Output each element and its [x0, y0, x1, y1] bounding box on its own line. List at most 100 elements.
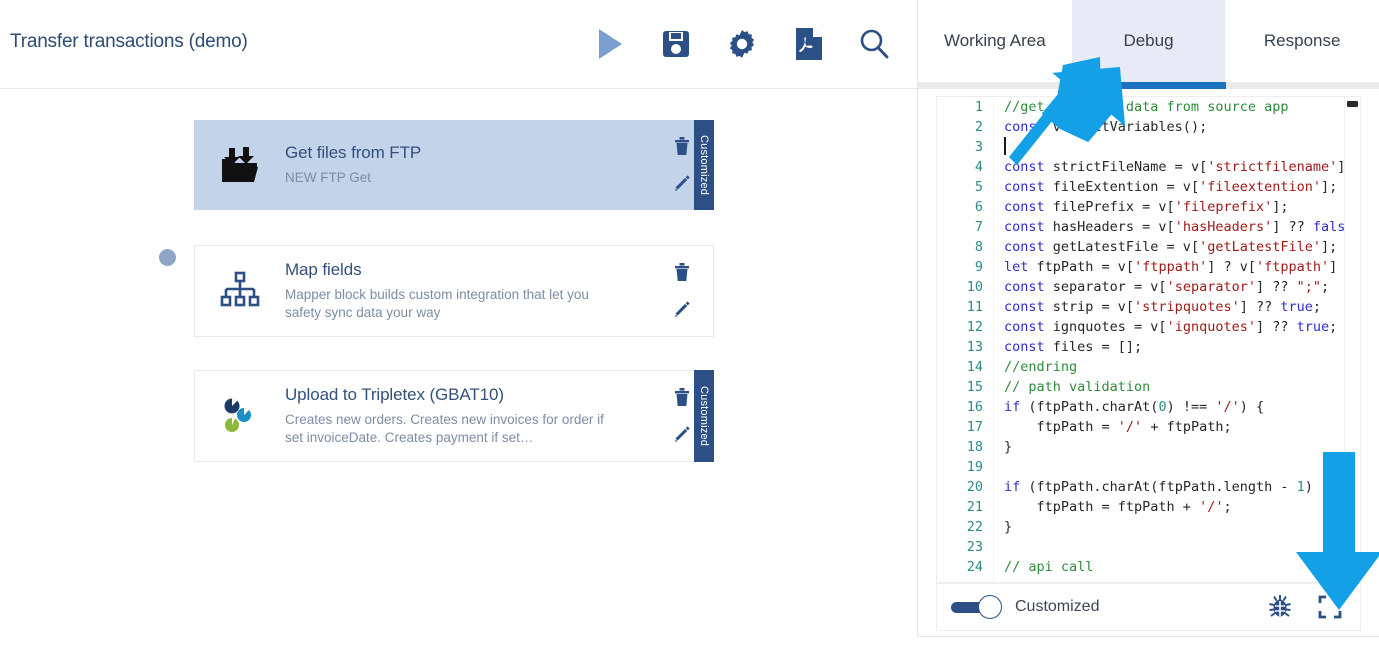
- editor-line-number: 17: [966, 419, 983, 435]
- code-token: true: [1280, 299, 1313, 315]
- editor-line-number: 11: [966, 299, 983, 315]
- delete-icon[interactable]: [669, 259, 695, 285]
- header-toolbar: [589, 22, 895, 66]
- editor-line-number: 18: [966, 439, 983, 455]
- edit-pencil-icon[interactable]: [669, 422, 695, 448]
- editor-line-number: 7: [974, 219, 983, 235]
- code-token: separator = v[: [1044, 279, 1167, 295]
- code-token: 'fileextention': [1199, 179, 1321, 195]
- editor-line-number: 2: [974, 119, 983, 135]
- flow-card-description: Creates new orders. Creates new invoices…: [285, 412, 604, 445]
- editor-line-number: 6: [974, 199, 983, 215]
- code-token: ;: [1321, 279, 1330, 295]
- code-token: ];: [1337, 159, 1344, 175]
- tab-underline-track: [918, 82, 1379, 89]
- flow-card-text: Map fields Mapper block builds custom in…: [285, 260, 651, 322]
- code-token: ignquotes = v[: [1044, 319, 1167, 335]
- editor-code-line: ftpPath = '/' + ftpPath;: [1004, 417, 1344, 437]
- edit-pencil-icon[interactable]: [669, 297, 695, 323]
- fullscreen-icon[interactable]: [1316, 593, 1344, 621]
- editor-code-line: const v = getVariables();: [1004, 117, 1344, 137]
- code-token: 'strictfilename': [1207, 159, 1338, 175]
- tab-active-underline: [1071, 82, 1226, 89]
- app-window: Transfer transactions (demo) Get files f…: [0, 0, 1379, 657]
- customized-toggle[interactable]: [951, 594, 1007, 620]
- flow-card-upload-to-tripletex[interactable]: Upload to Tripletex (GBAT10) Creates new…: [194, 370, 714, 462]
- code-token: //get required data from source app: [1004, 99, 1289, 115]
- code-token: // path validation: [1004, 379, 1151, 395]
- code-token: ftpPath = ftpPath +: [1004, 499, 1200, 515]
- code-editor[interactable]: 1 2 3 4 5 6 7 8 9 10 11 12 13 14 15 16 17 18 19 20 21 22 23 24 …: [936, 96, 1361, 583]
- code-token: 0: [1158, 399, 1167, 415]
- editor-vertical-scrollbar[interactable]: [1344, 97, 1360, 582]
- code-token: const: [1004, 279, 1045, 295]
- code-token: const: [1004, 159, 1045, 175]
- customized-toggle-knob: [978, 595, 1002, 619]
- tab-response[interactable]: Response: [1225, 0, 1379, 82]
- flow-card-actions: [651, 259, 713, 323]
- code-token: 'ignquotes': [1166, 319, 1256, 335]
- tab-working-area[interactable]: Working Area: [918, 0, 1072, 82]
- editor-code-line: if (ftpPath.charAt(0) !== '/') {: [1004, 397, 1344, 417]
- editor-code-area[interactable]: //get required data from source app const…: [993, 97, 1344, 582]
- code-token: ];: [1321, 239, 1338, 255]
- editor-line-number: 16: [966, 399, 983, 415]
- editor-code-line: // api call: [1004, 557, 1344, 577]
- code-token: 'ftppath': [1256, 259, 1330, 275]
- editor-line-number: 19: [966, 459, 983, 475]
- save-icon[interactable]: [655, 22, 697, 66]
- delete-icon[interactable]: [669, 384, 695, 410]
- code-token: false: [1312, 219, 1344, 235]
- editor-line-number: 14: [966, 359, 983, 375]
- debug-bug-icon[interactable]: [1266, 593, 1294, 621]
- search-icon[interactable]: [853, 22, 895, 66]
- code-token: ] ??: [1255, 319, 1297, 335]
- flow-card-map-fields[interactable]: Map fields Mapper block builds custom in…: [194, 245, 714, 337]
- customized-toggle-label: Customized: [1015, 598, 1100, 615]
- customized-badge-label: Customized: [698, 134, 710, 196]
- run-icon[interactable]: [589, 22, 631, 66]
- code-token: const: [1004, 319, 1045, 335]
- code-token: ) {: [1239, 399, 1265, 415]
- code-token: let: [1004, 259, 1029, 275]
- code-token: }: [1004, 439, 1013, 455]
- editor-code-line: [1004, 137, 1344, 157]
- editor-line-number: 5: [974, 179, 983, 195]
- tab-debug[interactable]: Debug: [1071, 0, 1226, 82]
- editor-footer: Customized: [936, 583, 1361, 631]
- edit-pencil-icon[interactable]: [669, 171, 695, 197]
- editor-line-number: 1: [974, 99, 983, 115]
- code-token: ] ??: [1239, 299, 1281, 315]
- editor-line-number: 9: [974, 259, 983, 275]
- code-token: 'ftppath': [1134, 259, 1208, 275]
- delete-icon[interactable]: [669, 133, 695, 159]
- code-token: const: [1004, 239, 1045, 255]
- flow-node-marker: [159, 249, 176, 266]
- editor-code-line: const separator = v['separator'] ?? ";";: [1004, 277, 1344, 297]
- flow-card-text: Upload to Tripletex (GBAT10) Creates new…: [285, 385, 651, 447]
- editor-code-line: const filePrefix = v['fileprefix'];: [1004, 197, 1344, 217]
- flow-card-description: NEW FTP Get: [285, 170, 372, 185]
- customized-badge: Customized: [694, 120, 714, 210]
- gear-icon[interactable]: [721, 22, 763, 66]
- panel-tabs: Working Area Debug Response: [918, 0, 1379, 82]
- editor-code-line: let ftpPath = v['ftppath'] ? v['ftppath'…: [1004, 257, 1344, 277]
- editor-code-line: const ignquotes = v['ignquotes'] ?? true…: [1004, 317, 1344, 337]
- code-token: strip = v[: [1044, 299, 1135, 315]
- code-token: (ftpPath.charAt(: [1020, 399, 1159, 415]
- code-token: 'separator': [1166, 279, 1256, 295]
- code-token: '/': [1215, 399, 1240, 415]
- editor-footer-actions: [1266, 593, 1344, 621]
- export-pdf-icon[interactable]: [787, 22, 829, 66]
- editor-vertical-scrollbar-thumb[interactable]: [1347, 101, 1358, 107]
- flow-card-text: Get files from FTP NEW FTP Get: [285, 143, 651, 187]
- flow-card-get-files-from-ftp[interactable]: Get files from FTP NEW FTP Get Customize…: [194, 120, 714, 210]
- editor-line-number: 8: [974, 239, 983, 255]
- flow-card-title: Map fields: [285, 260, 362, 279]
- code-token: const: [1004, 299, 1045, 315]
- editor-line-number: 20: [966, 479, 983, 495]
- editor-code-line: //get required data from source app: [1004, 97, 1344, 117]
- text-caret: [1004, 137, 1006, 155]
- flow-step-list: Get files from FTP NEW FTP Get Customize…: [0, 88, 917, 657]
- code-token: true: [1296, 319, 1330, 335]
